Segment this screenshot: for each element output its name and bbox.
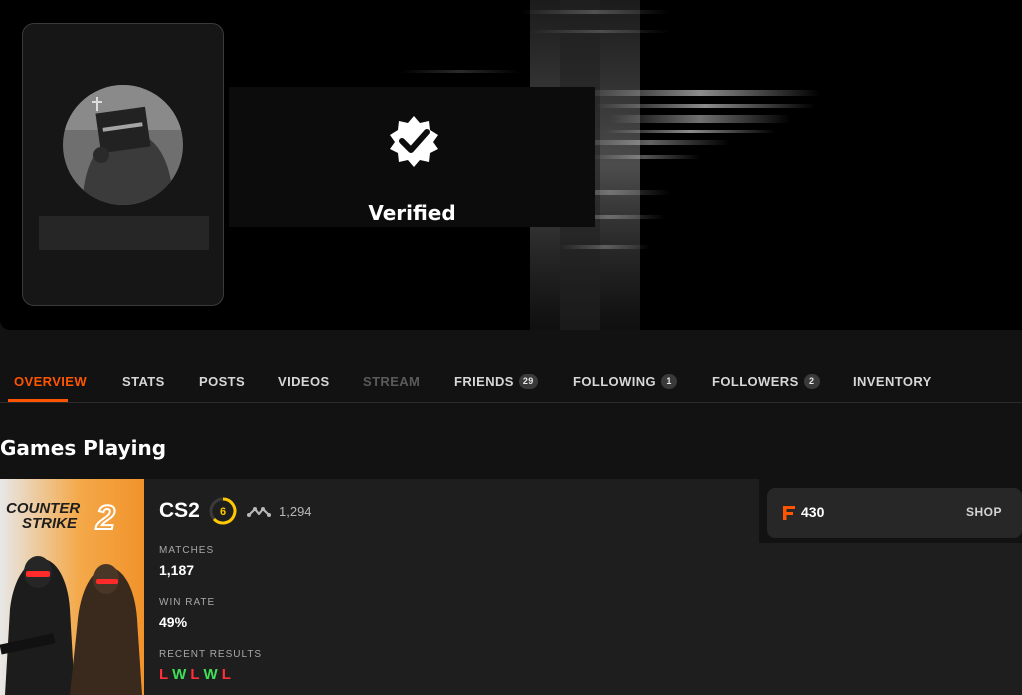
points-value: 430 — [801, 504, 825, 520]
game-card[interactable]: COUNTER STRIKE 2 CS2 6 1,294 MATCHES 1,1… — [0, 479, 1022, 695]
tab-label: FOLLOWERS — [712, 374, 799, 389]
tab-label: VIDEOS — [278, 374, 330, 389]
tab-label: FRIENDS — [454, 374, 514, 389]
skill-level-value: 6 — [220, 506, 226, 518]
tab-following[interactable]: FOLLOWING 1 — [573, 374, 678, 389]
tab-label: FOLLOWING — [573, 374, 657, 389]
avatar-image — [63, 85, 183, 205]
cover-title-line2: STRIKE — [22, 515, 78, 532]
result-item: L — [221, 666, 231, 683]
skill-level-icon: 6 — [209, 497, 237, 525]
friends-count-badge: 29 — [518, 374, 538, 389]
result-item: L — [190, 666, 200, 683]
matches-label: MATCHES — [159, 545, 215, 556]
tab-label: INVENTORY — [853, 374, 932, 389]
active-tab-indicator — [8, 399, 68, 402]
tab-label: OVERVIEW — [14, 374, 88, 389]
shop-button[interactable]: SHOP — [966, 505, 1002, 519]
profile-tabs: OVERVIEW STATS POSTS VIDEOS STREAM FRIEN… — [0, 362, 1022, 403]
elo-icon — [247, 507, 271, 517]
tab-inventory[interactable]: INVENTORY — [853, 374, 932, 389]
game-cover-image[interactable]: COUNTER STRIKE 2 — [0, 479, 144, 695]
tab-label: POSTS — [199, 374, 246, 389]
profile-card — [22, 23, 224, 306]
recent-results: L W L W L — [159, 666, 231, 683]
avatar[interactable] — [63, 85, 183, 205]
shop-panel: 430 SHOP — [759, 479, 1022, 543]
elo-value: 1,294 — [279, 504, 312, 519]
tab-stream: STREAM — [363, 374, 420, 389]
win-rate-value: 49% — [159, 614, 188, 630]
tab-label: STATS — [122, 374, 165, 389]
tab-followers[interactable]: FOLLOWERS 2 — [712, 374, 820, 389]
tab-stats[interactable]: STATS — [122, 374, 165, 389]
tab-posts[interactable]: POSTS — [199, 374, 245, 389]
points-shop-bar: 430 SHOP — [767, 488, 1022, 538]
result-item: W — [172, 666, 187, 683]
tab-label: STREAM — [363, 374, 421, 389]
faceit-points-icon — [783, 506, 795, 520]
following-count-badge: 1 — [661, 374, 678, 389]
tab-overview[interactable]: OVERVIEW — [14, 374, 87, 389]
verified-badge-icon — [390, 116, 438, 167]
cover-number: 2 — [95, 499, 115, 537]
section-title: Games Playing — [0, 436, 167, 460]
tab-friends[interactable]: FRIENDS 29 — [454, 374, 538, 389]
result-item: L — [159, 666, 169, 683]
result-item: W — [203, 666, 218, 683]
followers-count-badge: 2 — [803, 374, 820, 389]
win-rate-label: WIN RATE — [159, 597, 216, 608]
tab-videos[interactable]: VIDEOS — [278, 374, 330, 389]
verified-panel: Verified — [229, 87, 595, 227]
verified-label: Verified — [368, 201, 456, 225]
recent-results-label: RECENT RESULTS — [159, 649, 263, 660]
username-placeholder — [39, 216, 209, 250]
game-name: CS2 — [159, 499, 200, 522]
matches-value: 1,187 — [159, 562, 195, 578]
